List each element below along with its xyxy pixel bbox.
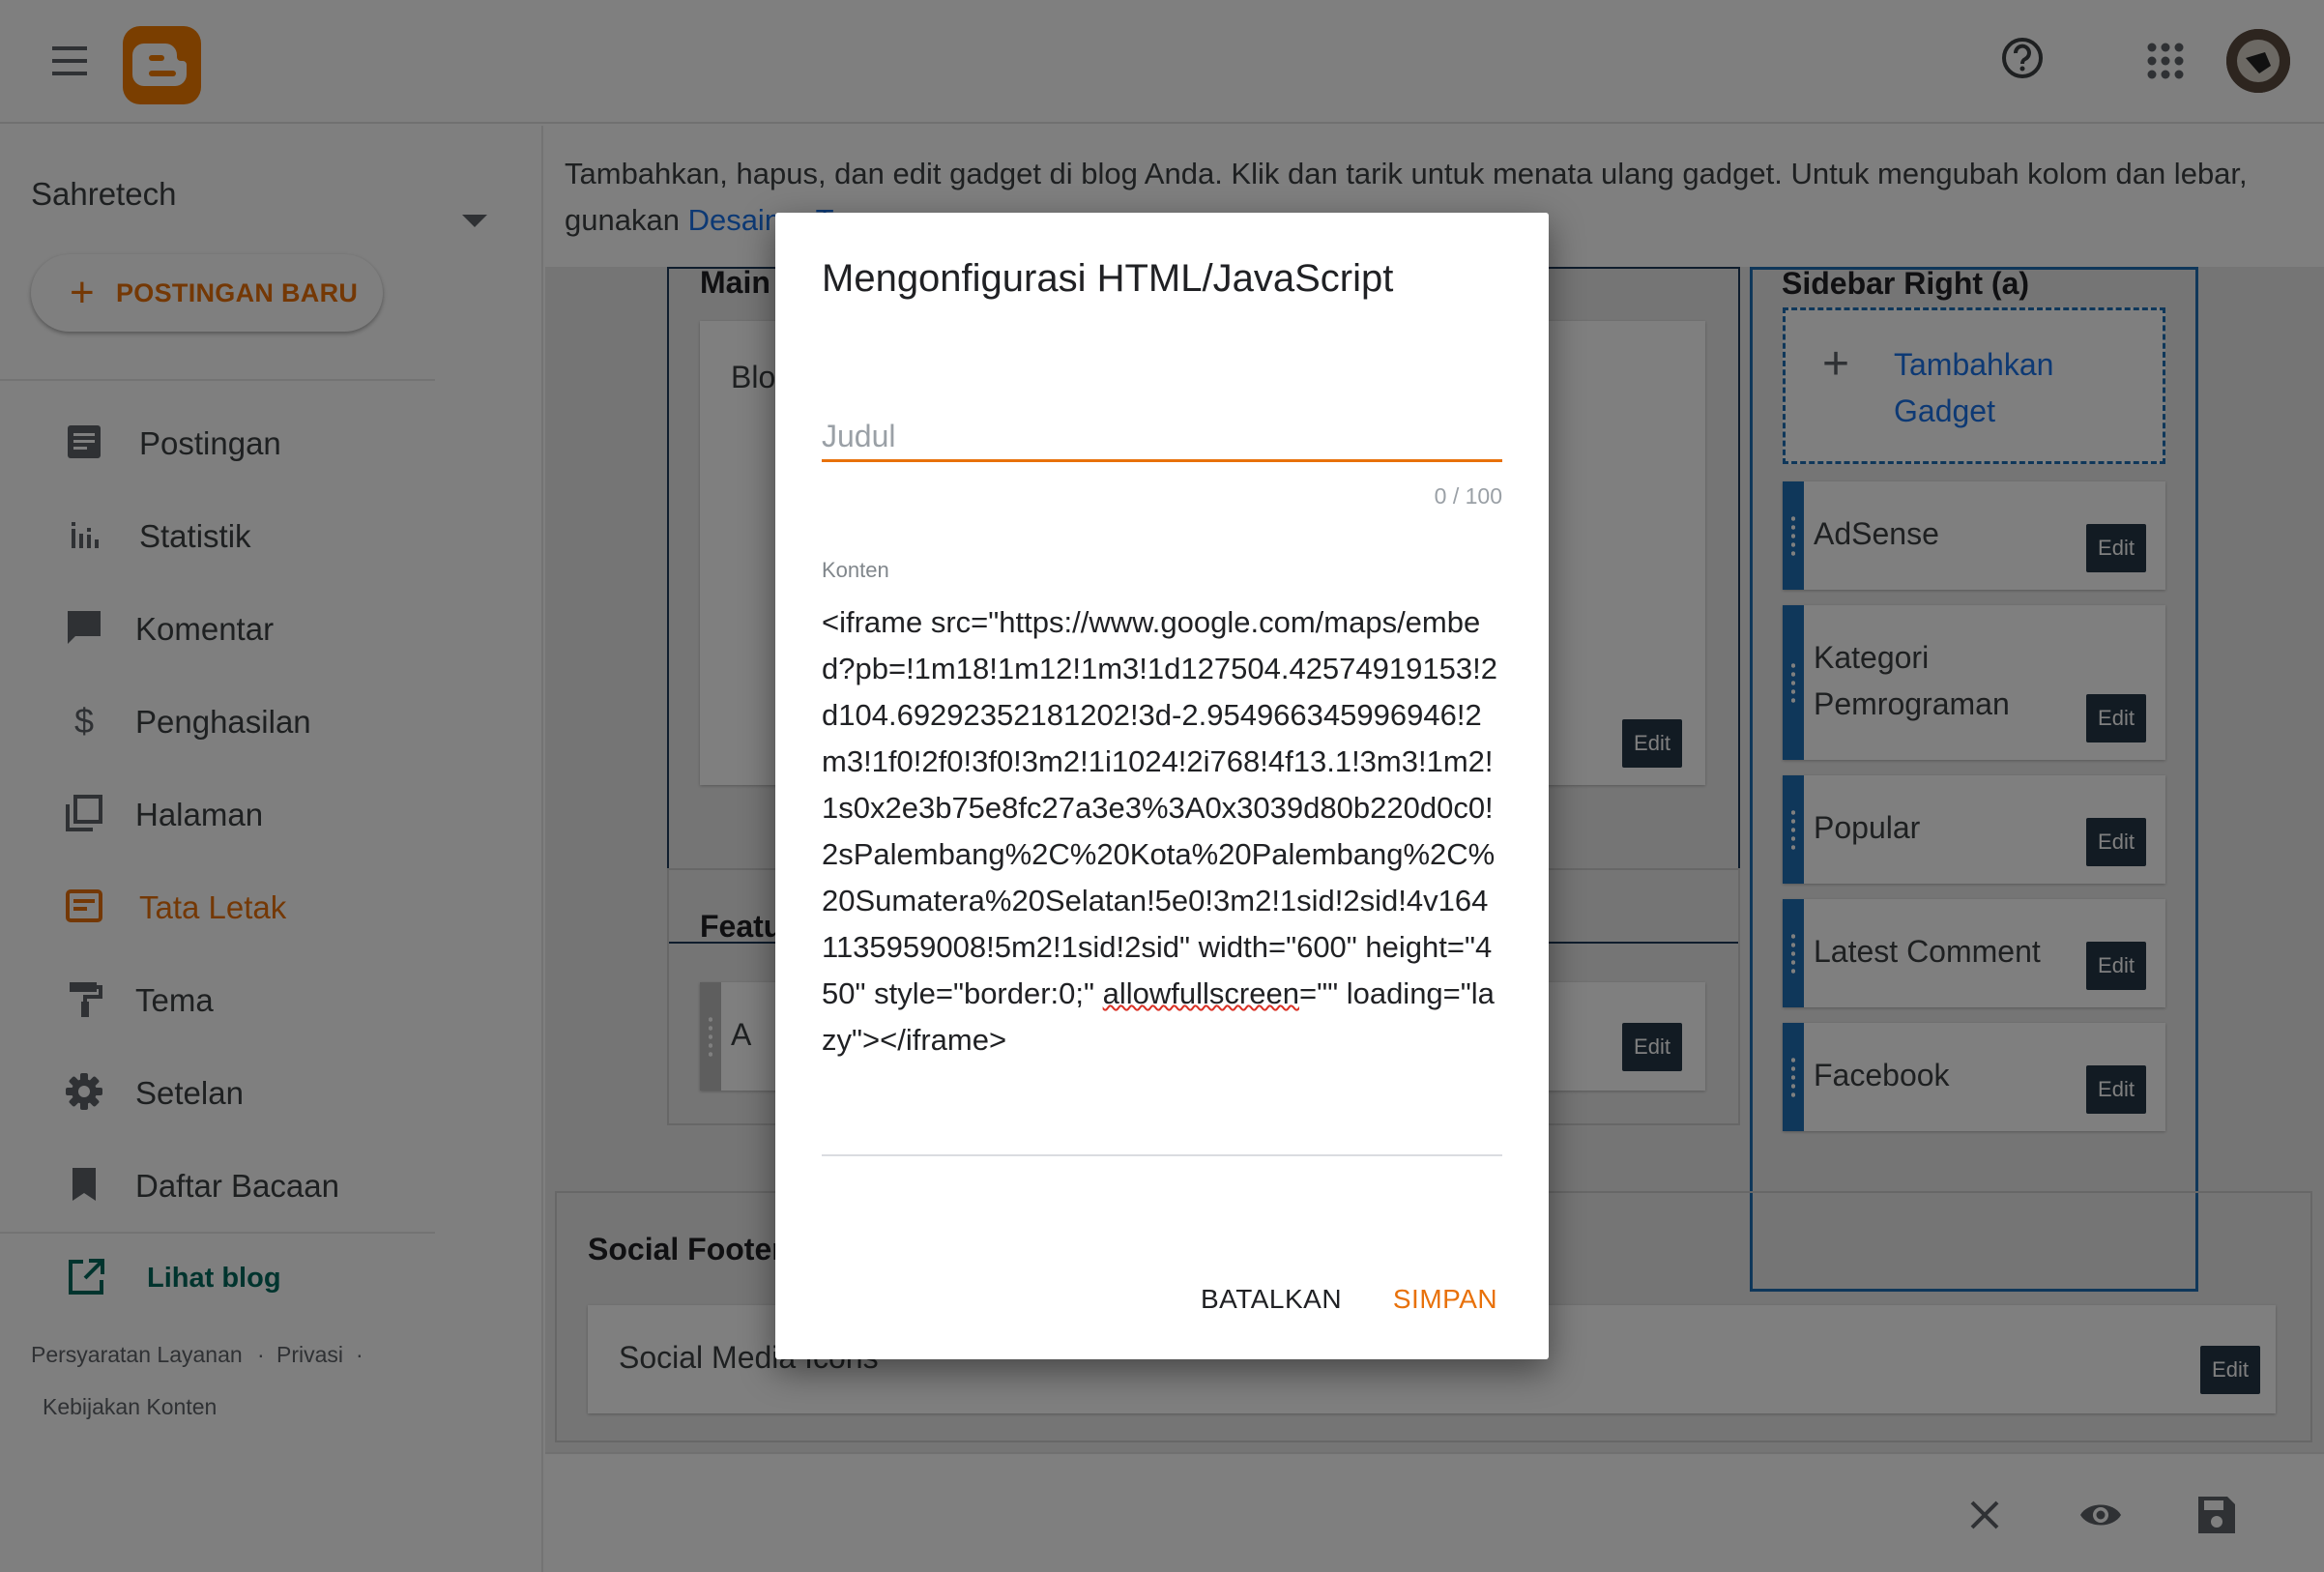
content-textarea[interactable]: <iframe src="https://www.google.com/maps… <box>822 599 1502 1369</box>
configure-html-dialog: Mengonfigurasi HTML/JavaScript 0 / 100 K… <box>775 213 1549 1359</box>
save-button[interactable]: SIMPAN <box>1373 1270 1518 1328</box>
content-label: Konten <box>822 558 889 582</box>
title-input[interactable] <box>822 414 1502 462</box>
char-counter: 0 / 100 <box>1434 483 1502 509</box>
misspelled-word: allowfullscreen <box>1102 976 1299 1010</box>
content-underline <box>822 1154 1502 1156</box>
dialog-title: Mengonfigurasi HTML/JavaScript <box>822 257 1394 300</box>
cancel-button[interactable]: BATALKAN <box>1189 1270 1353 1328</box>
content-code: <iframe src="https://www.google.com/maps… <box>822 605 1497 1010</box>
